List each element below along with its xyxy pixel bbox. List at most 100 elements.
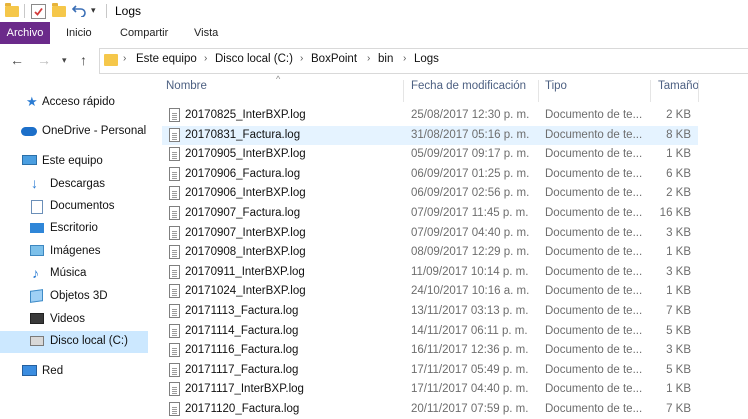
table-row[interactable]: 20170905_InterBXP.log 05/09/2017 09:17 p.… — [162, 145, 698, 164]
nav-item-documentos[interactable]: Documentos — [0, 196, 148, 218]
nav-item-descargas[interactable]: ↓ Descargas — [0, 174, 148, 196]
table-row[interactable]: 20171117_Factura.log 17/11/2017 05:49 p. … — [162, 361, 698, 380]
file-date: 17/11/2017 04:40 p. m. — [411, 383, 529, 396]
column-divider[interactable] — [403, 80, 404, 102]
back-arrow-icon[interactable]: ← — [10, 52, 24, 68]
table-row[interactable]: 20171120_Factura.log 20/11/2017 07:59 p. … — [162, 400, 698, 419]
chevron-right-icon[interactable]: › — [367, 53, 370, 64]
nav-item-escritorio[interactable]: Escritorio — [0, 218, 148, 240]
folder-icon — [5, 3, 19, 17]
tab-archivo[interactable]: Archivo — [0, 22, 50, 44]
file-type: Documento de te... — [545, 403, 643, 415]
ribbon-tabs: Archivo Inicio Compartir Vista — [0, 22, 748, 45]
nav-item-musica[interactable]: ♪ Música — [0, 263, 148, 285]
file-type: Documento de te... — [545, 148, 643, 161]
table-row[interactable]: 20171117_InterBXP.log 17/11/2017 04:40 p.… — [162, 380, 698, 399]
nav-item-videos[interactable]: Videos — [0, 309, 148, 331]
file-date: 14/11/2017 06:11 p. m. — [411, 324, 528, 337]
file-name: 20170906_Factura.log — [185, 167, 301, 180]
column-divider[interactable] — [650, 80, 651, 102]
file-size: 5 KB — [666, 363, 691, 376]
breadcrumb-logs[interactable]: Logs — [414, 53, 439, 65]
file-date: 05/09/2017 09:17 p. m. — [411, 148, 530, 161]
desktop-icon — [30, 223, 44, 233]
cloud-icon — [21, 127, 37, 136]
nav-item-disco-local[interactable]: Disco local (C:) — [0, 331, 148, 353]
new-folder-icon[interactable] — [52, 3, 66, 17]
breadcrumb-disco-local[interactable]: Disco local (C:) — [215, 53, 293, 65]
table-row[interactable]: 20170911_InterBXP.log 11/09/2017 10:14 p.… — [162, 263, 698, 282]
file-size: 2 KB — [666, 187, 691, 200]
breadcrumb-boxpoint[interactable]: BoxPoint — [311, 53, 357, 65]
nav-item-red[interactable]: Red — [0, 361, 148, 383]
folder-icon — [104, 54, 118, 66]
table-row[interactable]: 20170825_InterBXP.log 25/08/2017 12:30 p.… — [162, 106, 698, 125]
table-row[interactable]: 20171024_InterBXP.log 24/10/2017 10:16 a.… — [162, 282, 698, 301]
column-header-type[interactable]: Tipo — [545, 80, 567, 100]
file-date: 16/11/2017 12:36 p. m. — [411, 344, 529, 357]
table-row[interactable]: 20170907_InterBXP.log 07/09/2017 04:40 p.… — [162, 224, 698, 243]
customize-toolbar-icon[interactable]: ▾ — [91, 5, 96, 16]
file-type: Documento de te... — [545, 285, 643, 298]
recent-locations-icon[interactable]: ▾ — [62, 55, 67, 66]
column-header-date[interactable]: Fecha de modificación — [411, 80, 526, 100]
file-date: 06/09/2017 02:56 p. m. — [411, 187, 530, 200]
tab-inicio[interactable]: Inicio — [66, 22, 92, 44]
table-row[interactable]: 20171114_Factura.log 14/11/2017 06:11 p. … — [162, 322, 698, 341]
network-icon — [22, 365, 37, 376]
file-name: 20170908_InterBXP.log — [185, 246, 306, 259]
file-type: Documento de te... — [545, 324, 643, 337]
chevron-right-icon[interactable]: › — [300, 53, 303, 64]
table-row[interactable]: 20170906_Factura.log 06/09/2017 01:25 p. … — [162, 165, 698, 184]
file-date: 25/08/2017 12:30 p. m. — [411, 109, 530, 121]
window-title: Logs — [115, 4, 142, 18]
properties-icon[interactable] — [31, 4, 46, 19]
forward-arrow-icon[interactable]: → — [37, 52, 51, 68]
nav-item-imagenes[interactable]: Imágenes — [0, 241, 148, 263]
undo-icon[interactable] — [71, 3, 86, 20]
file-size: 3 KB — [666, 265, 691, 278]
file-type: Documento de te... — [545, 246, 643, 259]
table-row[interactable]: 20170831_Factura.log 31/08/2017 05:16 p. … — [162, 125, 698, 145]
table-row[interactable]: 20170907_Factura.log 07/09/2017 11:45 p. … — [162, 204, 698, 223]
chevron-right-icon[interactable]: › — [123, 53, 126, 64]
file-date: 24/10/2017 10:16 a. m. — [411, 285, 530, 298]
computer-icon — [22, 155, 37, 165]
file-date: 20/11/2017 07:59 p. m. — [411, 403, 529, 415]
text-file-icon — [169, 166, 180, 181]
file-type: Documento de te... — [545, 167, 643, 180]
text-file-icon — [169, 108, 180, 122]
table-row[interactable]: 20171116_Factura.log 16/11/2017 12:36 p. … — [162, 341, 698, 360]
column-header-name[interactable]: Nombre — [166, 80, 207, 100]
file-name: 20170825_InterBXP.log — [185, 109, 306, 121]
pictures-icon — [30, 245, 44, 256]
breadcrumb-este-equipo[interactable]: Este equipo — [136, 53, 197, 65]
text-file-icon — [169, 362, 180, 377]
text-file-icon — [169, 127, 180, 142]
chevron-right-icon[interactable]: › — [204, 53, 207, 64]
file-date: 13/11/2017 03:13 p. m. — [411, 305, 529, 317]
tab-compartir[interactable]: Compartir — [120, 22, 168, 44]
file-name: 20170906_InterBXP.log — [185, 187, 306, 200]
column-divider[interactable] — [538, 80, 539, 102]
chevron-right-icon[interactable]: › — [403, 53, 406, 64]
nav-item-acceso-rapido[interactable]: ★ Acceso rápido — [0, 92, 148, 114]
divider — [106, 4, 107, 18]
nav-item-este-equipo[interactable]: Este equipo — [0, 151, 148, 173]
table-row[interactable]: 20170908_InterBXP.log 08/09/2017 12:29 p.… — [162, 243, 698, 262]
download-icon: ↓ — [31, 175, 38, 191]
table-row[interactable]: 20170906_InterBXP.log 06/09/2017 02:56 p.… — [162, 184, 698, 203]
tab-vista[interactable]: Vista — [194, 22, 218, 44]
column-divider[interactable] — [698, 80, 699, 102]
text-file-icon — [169, 323, 180, 338]
nav-item-onedrive[interactable]: OneDrive - Personal — [0, 121, 148, 143]
nav-item-objetos-3d[interactable]: Objetos 3D — [0, 286, 148, 308]
column-header-size[interactable]: Tamaño — [658, 80, 699, 100]
breadcrumb-bin[interactable]: bin — [378, 53, 393, 65]
file-date: 06/09/2017 01:25 p. m. — [411, 167, 530, 180]
table-row[interactable]: 20171113_Factura.log 13/11/2017 03:13 p. … — [162, 302, 698, 321]
file-name: 20170831_Factura.log — [185, 128, 301, 141]
file-type: Documento de te... — [545, 265, 643, 278]
text-file-icon — [169, 264, 180, 279]
up-arrow-icon[interactable]: ↑ — [80, 52, 87, 68]
